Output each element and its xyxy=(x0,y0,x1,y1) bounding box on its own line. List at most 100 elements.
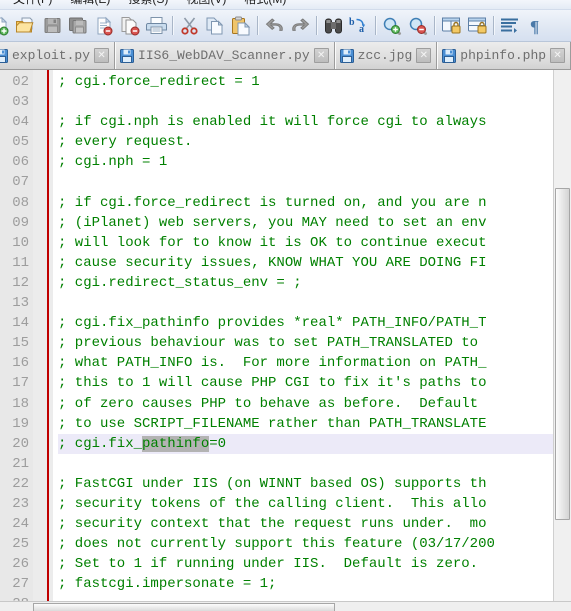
redo-button[interactable] xyxy=(288,14,312,38)
sync-horizontal-button[interactable] xyxy=(465,14,489,38)
code-line[interactable]: ; what PATH_INFO is. For more informatio… xyxy=(58,353,571,373)
code-line[interactable]: ; cgi.redirect_status_env = ; xyxy=(58,273,571,293)
saved-file-icon xyxy=(0,48,8,63)
code-line[interactable]: ; cause security issues, KNOW WHAT YOU A… xyxy=(58,253,571,273)
cut-button[interactable] xyxy=(177,14,201,38)
editor-area: 02 03 04 05 06 07 08 09 10 11 12 13 14 15 16 17 18 19 20 21… xyxy=(0,70,571,601)
code-line[interactable] xyxy=(58,293,571,313)
copy-button[interactable] xyxy=(203,14,227,38)
code-line[interactable]: ; FastCGI under IIS (on WINNT based OS) … xyxy=(58,474,571,494)
code-line[interactable]: ; every request. xyxy=(58,132,571,152)
line-number: 19 xyxy=(12,415,29,432)
bookmark-margin-line xyxy=(47,70,49,601)
menu-item-edit[interactable]: 编辑(E) xyxy=(61,0,119,5)
line-number: 14 xyxy=(12,315,29,332)
code-line[interactable]: ; will look for to know it is OK to cont… xyxy=(58,233,571,253)
zoom-in-button[interactable] xyxy=(380,14,404,38)
find-button[interactable] xyxy=(321,14,345,38)
code-line[interactable]: ; cgi.force_redirect = 1 xyxy=(58,72,571,92)
toolbar-separator xyxy=(434,16,435,35)
replace-button[interactable]: b a xyxy=(347,14,371,38)
code-line[interactable] xyxy=(58,454,571,474)
tab-zcc-jpg[interactable]: zcc.jpg ✕ xyxy=(334,42,438,69)
close-all-button[interactable] xyxy=(118,14,142,38)
menu-item-view[interactable]: 视图(V) xyxy=(177,0,235,5)
tab-close-icon[interactable]: ✕ xyxy=(94,48,110,63)
menu-item-search[interactable]: 搜索(S) xyxy=(119,0,177,5)
code-line[interactable]: ; to use SCRIPT_FILENAME rather than PAT… xyxy=(58,414,571,434)
line-number: 25 xyxy=(12,536,29,553)
toolbar-separator xyxy=(172,16,173,35)
menu-item-format[interactable]: 格式(M) xyxy=(235,0,295,5)
show-all-chars-button[interactable]: ¶ xyxy=(524,14,548,38)
code-text: =0 xyxy=(209,435,227,452)
line-number: 02 xyxy=(12,74,29,90)
code-text: ; cgi.fix_ xyxy=(58,435,143,452)
tab-close-icon[interactable]: ✕ xyxy=(313,48,329,63)
code-line-current[interactable]: ; cgi.fix_pathinfo=0 xyxy=(58,433,571,454)
svg-text:b: b xyxy=(349,17,355,28)
vertical-scrollbar[interactable] xyxy=(553,70,571,601)
tab-close-icon[interactable]: ✕ xyxy=(550,48,566,63)
code-line[interactable]: ; Set to 1 if running under IIS. Default… xyxy=(58,554,571,574)
code-line[interactable]: ; cgi.fix_pathinfo provides *real* PATH_… xyxy=(58,313,571,333)
menu-item-file[interactable]: 文件(F) xyxy=(4,0,61,5)
word-wrap-button[interactable] xyxy=(498,14,522,38)
undo-button[interactable] xyxy=(262,14,286,38)
paste-button[interactable] xyxy=(229,14,253,38)
code-line[interactable] xyxy=(58,92,571,112)
toolbar-separator xyxy=(493,16,494,35)
line-number: 20 xyxy=(12,435,29,452)
code-line[interactable]: ; does not currently support this featur… xyxy=(58,534,571,554)
new-file-button[interactable] xyxy=(0,14,12,38)
sync-vertical-button[interactable] xyxy=(439,14,463,38)
tab-phpinfo-php[interactable]: phpinfo.php ✕ xyxy=(437,42,571,69)
line-number: 21 xyxy=(12,455,29,472)
close-file-button[interactable] xyxy=(92,14,116,38)
code-line[interactable]: ; this to 1 will cause PHP CGI to fix it… xyxy=(58,373,571,393)
code-line[interactable]: ; fastcgi.impersonate = 1; xyxy=(58,574,571,594)
line-number: 27 xyxy=(12,576,29,593)
save-all-button[interactable] xyxy=(66,14,90,38)
code-line[interactable]: ; of zero causes PHP to behave as before… xyxy=(58,394,571,414)
tab-close-icon[interactable]: ✕ xyxy=(416,48,432,63)
line-number: 11 xyxy=(12,254,29,271)
save-button[interactable] xyxy=(40,14,64,38)
code-line[interactable]: ; security tokens of the calling client.… xyxy=(58,494,571,514)
zoom-out-button[interactable] xyxy=(406,14,430,38)
code-text-area[interactable]: ; cgi.force_redirect = 1 ; if cgi.nph is… xyxy=(53,70,571,601)
tab-bar: exploit.py ✕ IIS6_WebDAV_Scanner.py ✕ zc… xyxy=(0,42,571,70)
line-number: 10 xyxy=(12,234,29,251)
vertical-scrollbar-thumb[interactable] xyxy=(555,188,570,520)
code-line[interactable]: ; security context that the request runs… xyxy=(58,514,571,534)
saved-file-icon xyxy=(120,48,135,63)
line-number: 13 xyxy=(12,295,29,312)
toolbar: b a ¶ xyxy=(0,10,571,42)
tab-label: IIS6_WebDAV_Scanner.py xyxy=(138,48,310,63)
tab-label: zcc.jpg xyxy=(357,48,413,63)
horizontal-scrollbar-thumb[interactable] xyxy=(33,603,335,611)
saved-file-icon xyxy=(442,48,457,63)
code-line[interactable]: ; if cgi.force_redirect is turned on, an… xyxy=(58,193,571,213)
open-file-button[interactable] xyxy=(14,14,38,38)
fold-margin[interactable] xyxy=(33,70,53,601)
line-number: 05 xyxy=(12,134,29,151)
line-number: 17 xyxy=(12,375,29,392)
tab-exploit-py[interactable]: exploit.py ✕ xyxy=(0,42,116,69)
line-number: 07 xyxy=(12,174,29,191)
horizontal-scrollbar[interactable] xyxy=(0,601,571,611)
toolbar-separator xyxy=(375,16,376,35)
code-line[interactable]: ; (iPlanet) web servers, you MAY need to… xyxy=(58,213,571,233)
print-button[interactable] xyxy=(144,14,168,38)
code-line[interactable]: ; if cgi.nph is enabled it will force cg… xyxy=(58,112,571,132)
code-line[interactable]: ; previous behaviour was to set PATH_TRA… xyxy=(58,333,571,353)
line-number: 04 xyxy=(12,114,29,131)
tab-iis6-webdav-scanner-py[interactable]: IIS6_WebDAV_Scanner.py ✕ xyxy=(115,42,335,69)
line-number: 26 xyxy=(12,556,29,573)
saved-file-icon xyxy=(339,48,354,63)
code-line[interactable]: ; cgi.nph = 1 xyxy=(58,152,571,172)
line-number: 23 xyxy=(12,495,29,512)
line-number: 03 xyxy=(12,94,29,111)
toolbar-separator xyxy=(316,16,317,35)
code-line[interactable] xyxy=(58,172,571,192)
